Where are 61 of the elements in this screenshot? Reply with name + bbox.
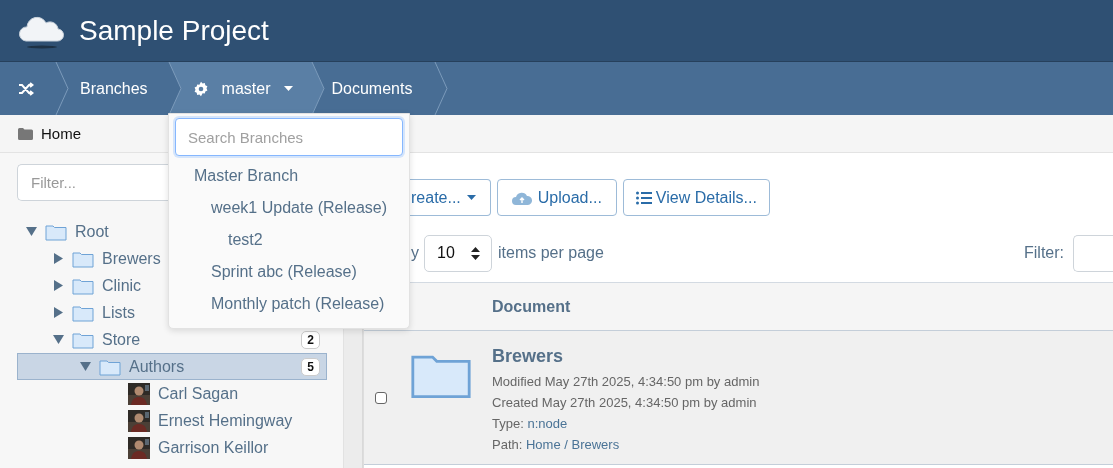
caret-icon	[466, 195, 476, 200]
folder-icon	[18, 127, 33, 140]
count-badge: 2	[301, 330, 320, 349]
sort-arrows-icon	[471, 246, 480, 260]
menu-item[interactable]: Monthly patch (Release)	[175, 288, 403, 320]
meta-text: Created May 27th 2025, 4:34:50 pm by admin	[492, 394, 758, 412]
breadcrumb-separator	[167, 62, 182, 115]
count-badge: 5	[301, 357, 320, 376]
folder-icon	[72, 249, 94, 268]
tree-item[interactable]: Carl Sagan	[17, 380, 244, 407]
menu-item[interactable]: week1 Update (Release)	[175, 192, 403, 224]
list-icon	[635, 190, 652, 205]
breadcrumb-separator	[310, 62, 325, 115]
tree-item[interactable]: Garrison Keillor	[17, 434, 274, 461]
home-link[interactable]: Home	[41, 125, 81, 142]
filter-label: Filter:	[1024, 244, 1064, 262]
page-size-select[interactable]: 10	[424, 234, 492, 272]
paging-label: items per page	[498, 244, 604, 262]
folder-icon	[45, 222, 67, 241]
view-details-button[interactable]: View Details...	[622, 179, 770, 216]
gear-icon	[192, 80, 209, 97]
create-button[interactable]: reate...	[409, 179, 491, 216]
tree-item[interactable]: Lists	[17, 299, 140, 326]
expand-toggle-icon[interactable]	[53, 307, 64, 318]
folder-icon	[72, 276, 94, 295]
expand-toggle-icon[interactable]	[53, 253, 64, 264]
tree-item[interactable]: Brewers	[17, 245, 166, 272]
folder-icon	[72, 330, 94, 349]
meta-link[interactable]: n:node	[527, 416, 568, 431]
tree-item[interactable]: Clinic	[17, 272, 147, 299]
expand-toggle-icon[interactable]	[53, 280, 64, 291]
filter-field[interactable]	[1073, 234, 1113, 272]
collapse-toggle-icon[interactable]	[80, 361, 91, 372]
meta-link[interactable]: Home / Brewers	[525, 437, 620, 452]
shuffle-icon	[18, 81, 34, 96]
meta-label: Path:	[492, 437, 524, 452]
menu-item[interactable]: Sprint abc (Release)	[175, 256, 403, 288]
paging-label: y	[411, 244, 418, 262]
filter-field[interactable]: Filter...	[17, 164, 168, 201]
collapse-toggle-icon[interactable]	[53, 334, 64, 345]
folder-icon	[99, 357, 121, 376]
search-field[interactable]: Search Branches	[175, 118, 403, 156]
menu-item[interactable]: Master Branch	[175, 160, 403, 192]
breadcrumb-separator	[55, 62, 69, 115]
row-checkbox[interactable]	[375, 392, 387, 404]
cloud-upload-icon	[511, 190, 532, 205]
breadcrumb-separator	[434, 62, 449, 115]
tree-item[interactable]: Authors 5	[17, 353, 327, 380]
collapse-toggle-icon[interactable]	[26, 226, 37, 237]
tree-item[interactable]: Ernest Hemingway	[17, 407, 298, 434]
meta-label: Type:	[492, 416, 525, 431]
menu-item[interactable]: test2	[175, 224, 403, 256]
meta-text: Modified May 27th 2025, 4:34:50 pm by admin	[492, 373, 761, 391]
upload-button[interactable]: Upload...	[496, 179, 617, 216]
folder-icon	[72, 303, 94, 322]
document-title[interactable]: Brewers	[492, 346, 1113, 367]
tree-item[interactable]: Store 2	[17, 326, 327, 353]
app-title: Sample Project	[79, 14, 269, 47]
caret-icon	[283, 86, 293, 91]
tree-item[interactable]: Root	[17, 218, 114, 245]
column-header[interactable]: Document	[492, 282, 1113, 331]
